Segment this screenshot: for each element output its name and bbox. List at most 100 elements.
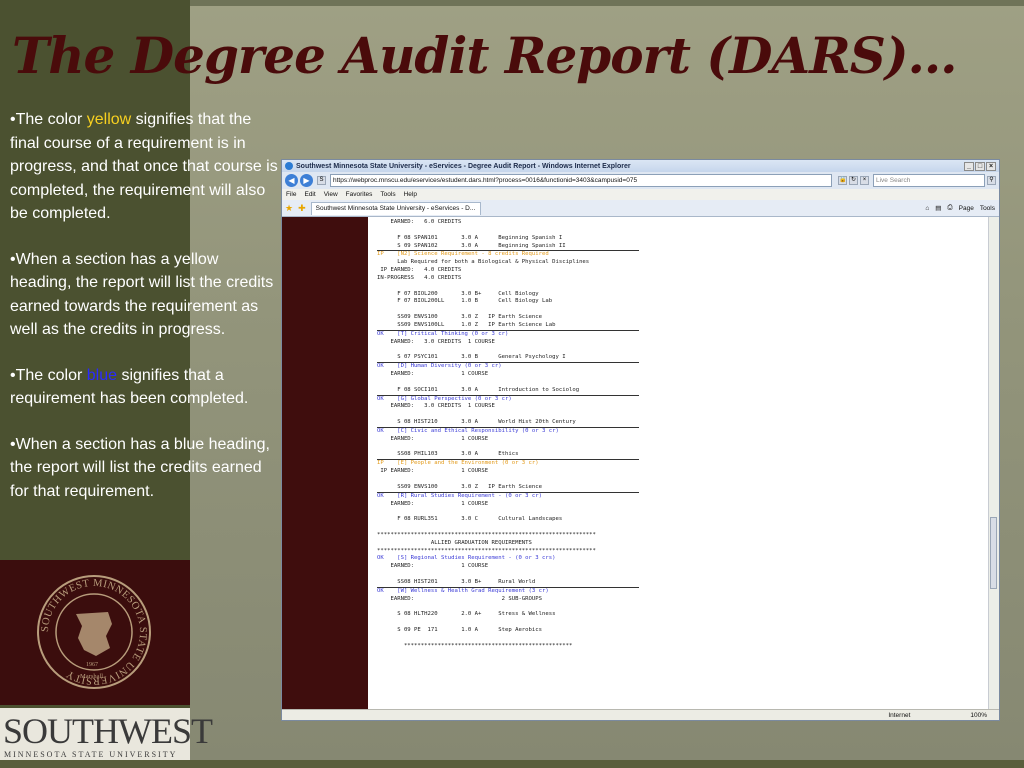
- browser-window: Southwest Minnesota State University - e…: [281, 159, 1000, 721]
- report-line: SS08 PHIL103 3.0 A Ethics: [397, 451, 519, 458]
- report-line: S 07 PSYC101 3.0 B General Psychology I: [397, 354, 566, 361]
- scrollbar-thumb[interactable]: [990, 517, 997, 589]
- report-line: Lab Required for both a Biological & Phy…: [397, 259, 590, 266]
- slide-title: The Degree Audit Report (DARS)…: [12, 26, 958, 85]
- add-favorites-icon[interactable]: ✚: [298, 203, 306, 214]
- report-line: EARNED: 6.0 CREDITS: [390, 219, 462, 225]
- zoom-level[interactable]: 100%: [970, 712, 987, 719]
- report-line: IN-PROGRESS 4.0 CREDITS: [377, 274, 462, 281]
- favorites-star-icon[interactable]: ★: [285, 203, 293, 214]
- search-input[interactable]: Live Search: [873, 174, 985, 187]
- feeds-icon[interactable]: ▤: [935, 204, 941, 212]
- menu-bar: File Edit View Favorites Tools Help: [282, 189, 999, 200]
- report-line: EARNED: 2 SUB-GROUPS: [390, 595, 543, 602]
- report-line: EARNED: 1 COURSE: [390, 371, 489, 378]
- vertical-scrollbar[interactable]: [988, 217, 999, 711]
- stop-icon[interactable]: ×: [860, 176, 869, 185]
- report-line: F 08 SPAN101 3.0 A Beginning Spanish I: [397, 234, 563, 241]
- menu-view[interactable]: View: [324, 191, 338, 198]
- window-titlebar: Southwest Minnesota State University - e…: [282, 160, 999, 172]
- bullet-yellow-heading: •When a section has a yellow heading, th…: [10, 250, 274, 339]
- report-line: SS09 ENVS100 3.0 Z IP Earth Science: [397, 314, 543, 321]
- status-bar: Internet 100%: [282, 709, 999, 720]
- close-button[interactable]: ×: [986, 161, 996, 171]
- report-line: SS09 ENVS100 3.0 Z IP Earth Science: [397, 483, 543, 490]
- menu-edit[interactable]: Edit: [304, 191, 315, 198]
- report-line: S 09 PE 171 1.0 A Step Aerobics: [397, 627, 543, 634]
- report-line: S 08 HLTH220 2.0 A+ Stress & Wellness: [397, 611, 556, 618]
- tab-label: Southwest Minnesota State University - e…: [315, 205, 476, 212]
- report-line: EARNED: 1 COURSE: [390, 563, 489, 570]
- restore-button[interactable]: □: [975, 161, 985, 171]
- lock-icon[interactable]: 🔒: [838, 176, 847, 185]
- active-tab[interactable]: Southwest Minnesota State University - e…: [310, 201, 481, 215]
- report-line: S 09 SPAN102 3.0 A Beginning Spanish II: [397, 242, 566, 249]
- report-line: EARNED: 1 COURSE: [390, 500, 489, 507]
- report-line: IP EARNED: 4.0 CREDITS: [380, 267, 462, 274]
- address-input[interactable]: https://webproc.mnscu.edu/eservices/estu…: [330, 174, 832, 187]
- back-button[interactable]: ◀: [285, 174, 298, 187]
- command-bar: ⌂ ▤ ⎙ Page Tools: [919, 204, 999, 212]
- university-seal-icon: SOUTHWEST MINNESOTA STATE UNIVERSITY 196…: [37, 575, 151, 689]
- southwest-logo: SOUTHWEST: [3, 711, 213, 751]
- logo-subtitle: MINNESOTA STATE UNIVERSITY: [4, 750, 178, 759]
- bottom-band: [0, 760, 1024, 768]
- report-line: EARNED: 1 COURSE: [390, 435, 489, 442]
- report-heading-complete: OK [G] Global Perspective (0 or 3 cr): [377, 395, 512, 402]
- bullet-blue-heading: •When a section has a blue heading, the …: [10, 435, 270, 500]
- forward-button[interactable]: ▶: [300, 174, 313, 187]
- print-icon[interactable]: ⎙: [947, 204, 952, 212]
- menu-file[interactable]: File: [286, 191, 296, 198]
- report-line: EARNED: 3.0 CREDITS 1 COURSE: [390, 403, 495, 410]
- report-line: ****************************************…: [403, 642, 573, 649]
- report-line: F 07 BIOL200 3.0 B+ Cell Biology: [397, 290, 539, 297]
- menu-tools[interactable]: Tools: [380, 191, 395, 198]
- bullet-list: •The color yellow signifies that the fin…: [10, 108, 278, 525]
- page-left-column: [282, 217, 368, 711]
- report-text: EARNED: 6.0 CREDITS F 08 SPAN101 3.0 A B…: [368, 217, 988, 651]
- tools-menu[interactable]: Tools: [980, 205, 995, 212]
- status-zone: Internet: [888, 711, 911, 719]
- report-heading-complete: OK [W] Wellness & Health Grad Requiremen…: [377, 587, 549, 594]
- report-line: ****************************************…: [377, 531, 596, 538]
- bullet-blue: •The color blue signifies that a require…: [10, 364, 278, 411]
- window-title: Southwest Minnesota State University - e…: [296, 162, 631, 170]
- report-line: F 08 SOCI101 3.0 A Introduction to Socio…: [397, 386, 580, 393]
- menu-favorites[interactable]: Favorites: [346, 191, 373, 198]
- report-heading-complete: OK [D] Human Diversity (0 or 3 cr): [377, 363, 502, 370]
- dars-report: EARNED: 6.0 CREDITS F 08 SPAN101 3.0 A B…: [368, 217, 988, 711]
- bullet-text: •The color: [10, 366, 87, 384]
- report-heading-complete: OK [S] Regional Studies Requirement - (0…: [377, 555, 556, 562]
- report-line: F 08 RURL351 3.0 C Cultural Landscapes: [397, 516, 563, 523]
- report-heading-complete: OK [R] Rural Studies Requirement - (0 or…: [377, 492, 543, 499]
- report-heading-complete: OK [C] Civic and Ethical Responsibility …: [377, 427, 559, 434]
- report-line: ALLIED GRADUATION REQUIREMENTS: [430, 539, 532, 546]
- tab-bar: ★ ✚ Southwest Minnesota State University…: [282, 200, 999, 217]
- site-icon: S: [317, 176, 326, 185]
- minimize-button[interactable]: _: [964, 161, 974, 171]
- report-line: EARNED: 3.0 CREDITS 1 COURSE: [390, 338, 495, 345]
- yellow-word: yellow: [86, 111, 132, 128]
- refresh-icon[interactable]: ↻: [849, 176, 858, 185]
- report-line: F 07 BIOL200LL 1.0 B Cell Biology Lab: [397, 298, 553, 305]
- report-heading-in-progress: IP [E] People and the Environment (0 or …: [377, 460, 539, 467]
- report-line: ****************************************…: [377, 547, 596, 554]
- address-bar-row: ◀ ▶ S https://webproc.mnscu.edu/eservice…: [282, 172, 999, 189]
- report-line: SS09 ENVS100LL 1.0 Z IP Earth Science La…: [397, 321, 556, 328]
- search-icon[interactable]: ⚲: [987, 176, 996, 185]
- seal-city: Marshall: [80, 673, 103, 680]
- blue-word: blue: [86, 366, 117, 384]
- home-icon[interactable]: ⌂: [925, 205, 929, 212]
- report-line: SS08 HIST201 3.0 B+ Rural World: [397, 578, 536, 585]
- ie-icon: [285, 162, 293, 170]
- bullet-text: •The color: [10, 111, 87, 128]
- report-heading-in-progress: IP [N2] Science Requirement - 8 credits …: [377, 251, 549, 258]
- page-menu[interactable]: Page: [959, 205, 974, 212]
- menu-help[interactable]: Help: [404, 191, 417, 198]
- report-line: S 08 HIST210 3.0 A World Hist 20th Centu…: [397, 419, 576, 426]
- page-content: EARNED: 6.0 CREDITS F 08 SPAN101 3.0 A B…: [282, 217, 999, 711]
- report-line: IP EARNED: 1 COURSE: [380, 468, 489, 475]
- top-band: [190, 0, 1024, 6]
- seal-year: 1967: [86, 662, 98, 668]
- bullet-yellow: •The color yellow signifies that the fin…: [10, 108, 278, 226]
